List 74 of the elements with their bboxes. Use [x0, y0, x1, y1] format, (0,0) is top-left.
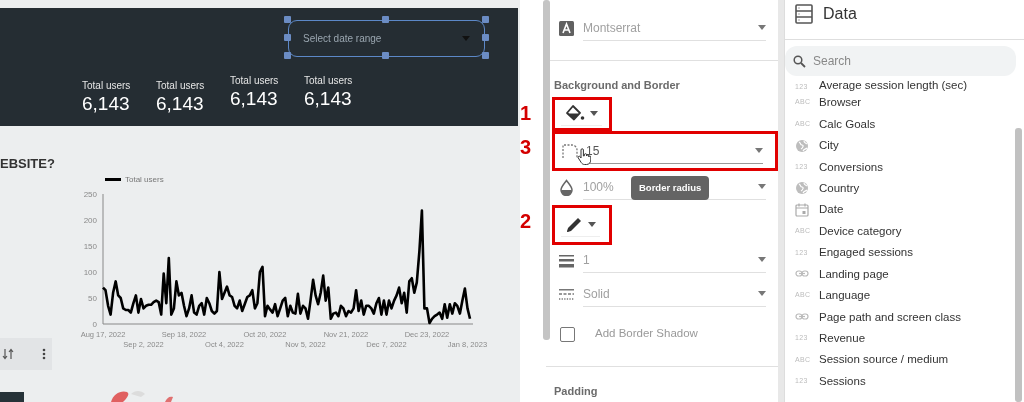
table-icon — [795, 4, 813, 24]
field-item[interactable]: Language — [819, 289, 871, 303]
paint-bucket-icon — [565, 104, 585, 123]
resize-handle[interactable] — [382, 52, 389, 59]
field-item[interactable]: Page path and screen class — [819, 310, 961, 324]
globe-icon — [795, 181, 809, 196]
scorecard-value: 6,143 — [82, 93, 131, 115]
border-radius-icon — [561, 142, 578, 160]
calendar-icon — [795, 202, 809, 217]
scrollbar-thumb[interactable] — [1015, 128, 1022, 402]
field-item[interactable]: Average session length (sec) — [819, 79, 968, 92]
resize-handle[interactable] — [284, 34, 291, 41]
resize-handle[interactable] — [284, 52, 291, 59]
caret-icon — [590, 111, 598, 116]
caret-icon — [462, 36, 470, 41]
section-title: Padding — [553, 384, 599, 399]
field-item[interactable]: City — [819, 139, 839, 153]
callout-number: 3 — [520, 136, 532, 158]
resize-handle[interactable] — [482, 52, 489, 59]
field-item[interactable]: Conversions — [819, 160, 883, 174]
resize-handle[interactable] — [284, 16, 291, 23]
field-item[interactable]: Calc Goals — [819, 117, 876, 131]
globe-icon — [795, 138, 809, 153]
field-item[interactable]: Browser — [819, 96, 862, 110]
field-item[interactable]: Engaged sessions — [819, 246, 913, 260]
field-item[interactable]: Sessions — [819, 374, 866, 388]
scorecard-label: Total users — [230, 74, 280, 88]
search-icon — [793, 55, 806, 68]
caret-icon — [588, 222, 596, 227]
checkbox-label: Add Border Shadow — [595, 326, 698, 342]
legend-swatch — [105, 178, 121, 181]
scorecard-label: Total users — [82, 79, 132, 93]
y-tick-label: 250 — [83, 190, 97, 199]
scorecard-value: 6,143 — [304, 88, 353, 110]
callout-number: 2 — [520, 210, 532, 232]
legend-label: Total users — [125, 175, 164, 184]
y-tick-label: 150 — [83, 242, 97, 251]
y-tick-label: 50 — [88, 294, 97, 303]
field-item[interactable]: Date — [819, 203, 844, 217]
y-tick-label: 0 — [92, 320, 97, 329]
tooltip: Border radius — [631, 176, 710, 201]
fill-color-button[interactable] — [561, 102, 602, 126]
field-item[interactable]: Landing page — [819, 267, 889, 281]
callout-number: 1 — [520, 102, 532, 124]
panel-title: Data — [823, 4, 857, 24]
field-item[interactable]: Country — [819, 181, 860, 195]
checkbox[interactable] — [560, 326, 575, 342]
caret-icon — [758, 184, 766, 189]
y-tick-label: 100 — [83, 268, 97, 277]
caret-icon — [758, 291, 766, 296]
y-tick-label: 200 — [83, 216, 97, 225]
pencil-icon — [565, 215, 583, 234]
resize-handle[interactable] — [382, 16, 389, 23]
drop-icon — [558, 178, 575, 196]
scrollbar-thumb[interactable] — [543, 0, 550, 340]
font-icon — [558, 19, 575, 37]
section-heading: EBSITE? — [0, 156, 55, 172]
table-header — [0, 392, 24, 402]
search-field[interactable]: Search — [785, 46, 1016, 76]
scorecard-value: 6,143 — [156, 93, 205, 115]
caret-icon — [758, 257, 766, 262]
field-item[interactable]: Session source / medium — [819, 353, 949, 367]
more-icon[interactable] — [42, 348, 46, 360]
section-title: Background and Border — [553, 78, 681, 93]
sort-icon[interactable] — [2, 348, 14, 360]
caret-icon — [755, 148, 763, 153]
scorecard-label: Total users — [304, 74, 354, 88]
field-item[interactable]: Device category — [819, 224, 902, 238]
resize-handle[interactable] — [482, 34, 489, 41]
scorecard-label: Total users — [156, 79, 206, 93]
field-item[interactable]: Revenue — [819, 332, 866, 346]
resize-handle[interactable] — [482, 16, 489, 23]
scorecard-value: 6,143 — [230, 88, 279, 110]
caret-icon — [758, 25, 766, 30]
